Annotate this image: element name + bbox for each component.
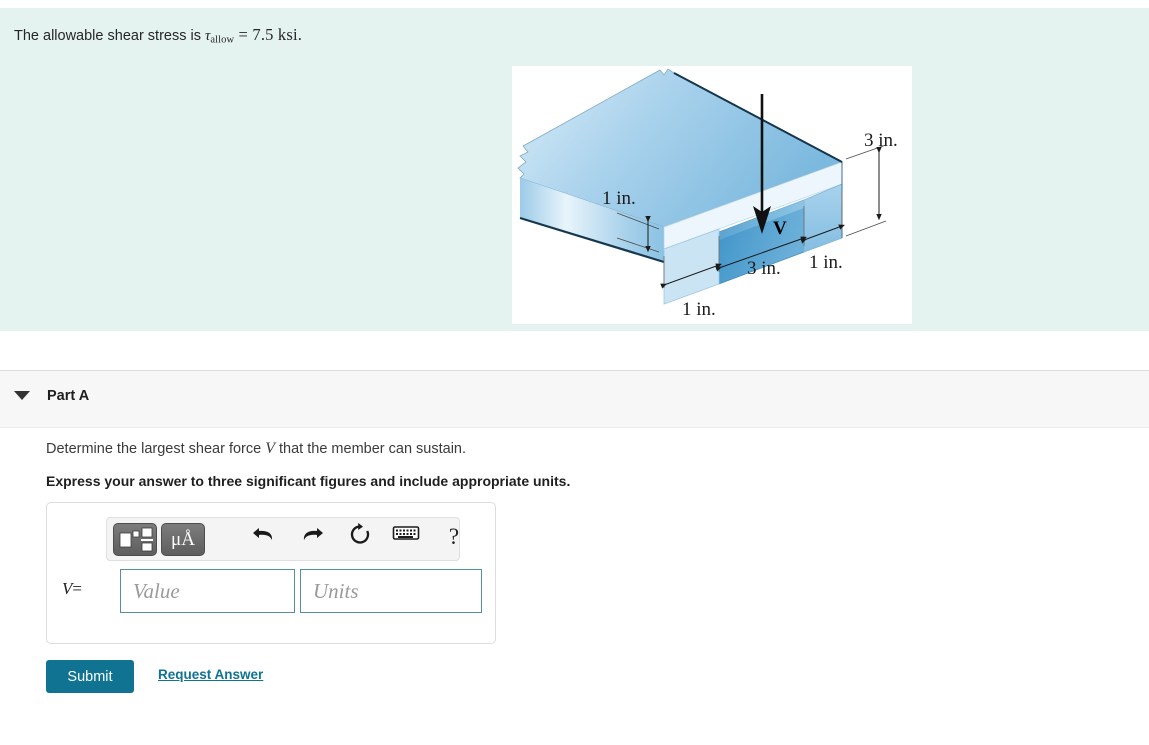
question-text: Determine the largest shear force V that… (46, 440, 466, 458)
dimension-height (845, 144, 887, 237)
submit-button[interactable]: Submit (46, 660, 134, 693)
equals-sign: = (238, 25, 249, 44)
units-button-label: μÅ (171, 529, 195, 550)
undo-icon (253, 528, 273, 540)
beam-diagram: V 3 in. 1 in. 1 in. 3 in. 1 in. (512, 66, 912, 324)
reset-button[interactable] (343, 522, 377, 552)
dimension-height-label: 3 in. (864, 130, 898, 151)
undo-button[interactable] (247, 522, 281, 552)
keyboard-button[interactable] (389, 522, 423, 552)
keyboard-icon (392, 526, 420, 540)
value-input[interactable] (120, 569, 295, 613)
question-variable-v: V (265, 440, 275, 457)
reset-icon (350, 523, 370, 544)
help-icon-label: ? (448, 524, 460, 549)
units-button[interactable]: μÅ (161, 523, 205, 556)
collapse-caret-icon[interactable] (14, 391, 30, 400)
force-label-v: V (773, 218, 787, 239)
units-input[interactable] (300, 569, 482, 613)
redo-button[interactable] (295, 522, 329, 552)
tau-subscript: allow (210, 34, 235, 46)
question-prefix: Determine the largest shear force (46, 441, 266, 457)
answer-variable-label: V= (62, 579, 114, 599)
question-suffix: that the member can sustain. (275, 441, 467, 457)
problem-statement-band: The allowable shear stress is τallow = 7… (0, 8, 1149, 331)
dimension-web-right-label: 1 in. (809, 252, 843, 273)
instruction-text: Express your answer to three significant… (46, 473, 571, 489)
request-answer-link[interactable]: Request Answer (158, 667, 263, 682)
math-template-icon (119, 527, 153, 552)
answer-variable: V (62, 579, 73, 598)
problem-prefix: The allowable shear stress is (14, 28, 205, 44)
dimension-web-width-label: 3 in. (747, 258, 781, 279)
math-template-button[interactable] (113, 523, 157, 556)
help-button[interactable]: ? (437, 522, 471, 552)
answer-toolbar: μÅ ? (106, 517, 460, 561)
answer-panel: μÅ ? V= Value Units (46, 502, 496, 644)
dimension-web-left-label: 1 in. (682, 299, 716, 320)
allowable-stress-value: 7.5 ksi. (252, 25, 303, 44)
answer-input-row: V= (62, 569, 482, 613)
part-a-title: Part A (47, 388, 90, 404)
problem-statement-text: The allowable shear stress is τallow = 7… (14, 25, 302, 45)
part-a-body: Determine the largest shear force V that… (0, 428, 1149, 745)
part-a-header[interactable]: Part A (0, 370, 1149, 428)
dimension-flange-thickness-label: 1 in. (602, 188, 636, 209)
answer-equals: = (72, 579, 82, 598)
beam-diagram-svg: V 3 in. 1 in. 1 in. 3 in. 1 in. (517, 68, 898, 320)
redo-icon (303, 528, 323, 540)
